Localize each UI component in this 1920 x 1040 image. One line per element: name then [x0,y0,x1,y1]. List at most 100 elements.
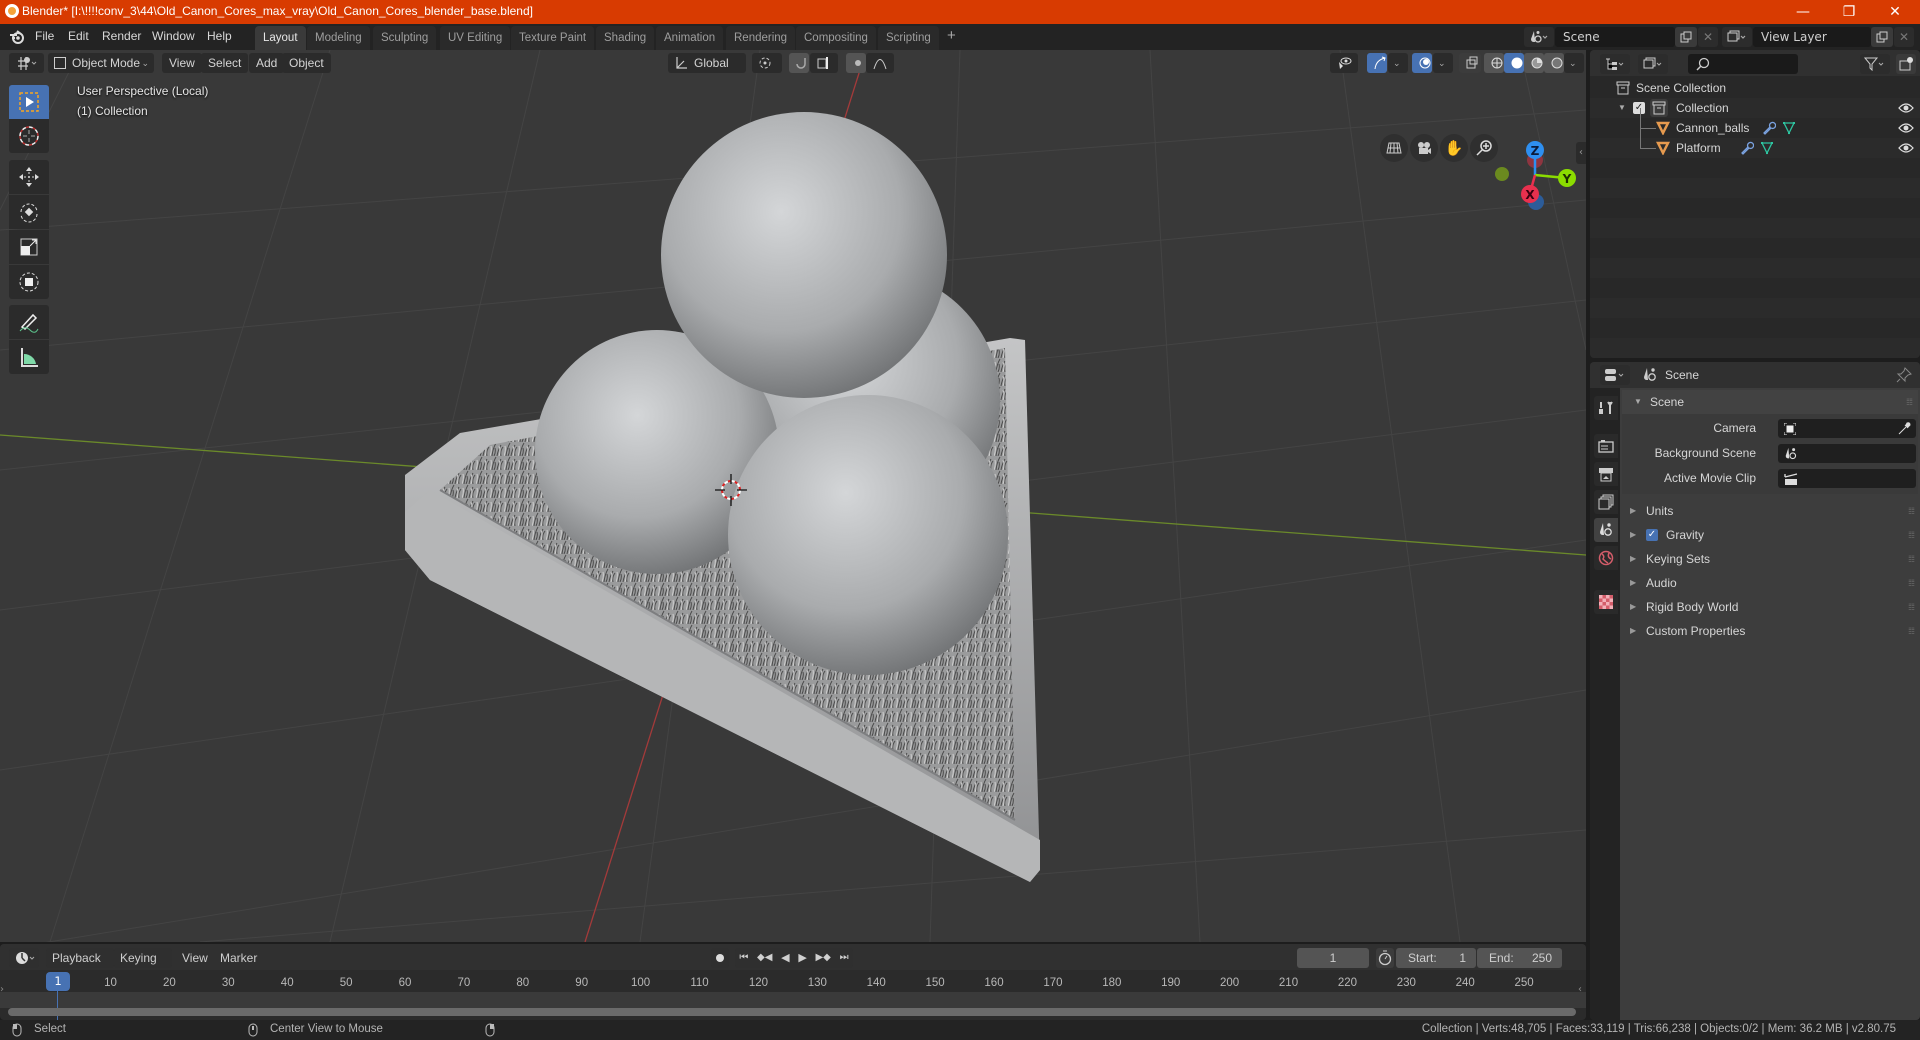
shading-wireframe-button[interactable] [1484,53,1504,73]
tool-select-box[interactable] [9,85,49,119]
tab-output[interactable] [1594,462,1618,486]
expand-arrow-icon[interactable]: ▼ [1618,98,1626,118]
toggle-camera-view-button[interactable] [1380,134,1408,162]
tab-view-layer[interactable] [1594,490,1618,514]
jump-start-button[interactable]: ⏮ [739,948,748,968]
menu-edit[interactable]: Edit [68,29,89,43]
maximize-button[interactable]: ❐ [1826,0,1872,24]
new-collection-button[interactable] [1896,54,1916,74]
panel-header-rigid-body-world[interactable]: ▶ Rigid Body World ⁞⁞⁞⁞ [1616,595,1920,619]
editor-type-button[interactable] [9,53,44,73]
falloff-dropdown[interactable] [866,53,894,73]
tab-compositing[interactable]: Compositing [796,26,876,50]
tab-scene[interactable] [1594,518,1618,542]
panel-header-audio[interactable]: ▶ Audio ⁞⁞⁞⁞ [1616,571,1920,595]
display-mode-dropdown[interactable] [1638,54,1668,74]
drag-grip-icon[interactable]: ⁞⁞⁞⁞ [1908,499,1915,523]
preview-range-toggle[interactable] [1376,948,1394,968]
panel-header-custom-properties[interactable]: ▶ Custom Properties ⁞⁞⁞⁞ [1616,619,1920,643]
transform-orientation-dropdown[interactable]: Global [668,53,746,73]
timeline-editor-type-button[interactable] [9,948,39,968]
panel-header-gravity[interactable]: ▶ ✓ Gravity ⁞⁞⁞⁞ [1616,523,1920,547]
minimize-button[interactable]: — [1780,0,1826,24]
background-scene-field[interactable] [1778,444,1916,463]
start-frame-field[interactable]: Start: 1 [1396,948,1476,968]
playhead-frame-indicator[interactable]: 1 [46,972,70,991]
tab-render[interactable] [1594,434,1618,458]
outliner-row-scene-collection[interactable]: Scene Collection [1590,78,1920,98]
tool-rotate[interactable] [9,195,49,229]
snap-target-dropdown[interactable] [810,53,838,73]
blender-menu-icon[interactable] [9,29,25,45]
xray-toggle[interactable] [1459,53,1481,73]
menu-view[interactable]: View [162,53,202,73]
tab-rendering[interactable]: Rendering [726,26,796,50]
outliner-row-object[interactable]: Platform [1590,128,1920,158]
delete-viewlayer-button[interactable]: ✕ [1894,27,1914,47]
overlays-dropdown[interactable]: ⌄ [1433,53,1453,73]
tool-annotate[interactable] [9,305,49,339]
menu-window[interactable]: Window [152,29,195,43]
active-movie-clip-field[interactable] [1778,469,1916,488]
menu-select[interactable]: Select [201,53,249,73]
drag-grip-icon[interactable]: ⁞⁞⁞⁞ [1906,390,1913,414]
properties-editor-type-button[interactable] [1600,365,1630,385]
sidebar-toggle-arrow[interactable]: ‹ [1576,142,1586,164]
gizmo-toggle[interactable] [1367,53,1387,73]
play-button[interactable]: ▶ [798,948,806,968]
panel-header-units[interactable]: ▶ Units ⁞⁞⁞⁞ [1616,499,1920,523]
new-viewlayer-button[interactable] [1871,27,1893,47]
tab-world[interactable] [1594,546,1618,570]
delete-scene-button[interactable]: ✕ [1698,27,1718,47]
timeline-sidebar-toggle[interactable]: ‹ [1578,984,1586,1000]
menu-marker[interactable]: Marker [214,948,263,968]
tool-transform[interactable] [9,265,49,299]
navigation-gizmo[interactable]: Z Y X [1480,130,1586,240]
snap-toggle[interactable] [789,53,809,73]
keying-dropdown[interactable]: Keying ⌄ [114,948,172,985]
tool-scale[interactable] [9,230,49,264]
tab-sculpting[interactable]: Sculpting [373,26,437,50]
play-reverse-button[interactable]: ◀ [781,948,789,968]
timeline-scrollbar[interactable] [8,1008,1576,1016]
tab-shading[interactable]: Shading [596,26,655,50]
tab-animation[interactable]: Animation [656,26,724,50]
menu-help[interactable]: Help [207,29,232,43]
pivot-point-dropdown[interactable] [752,53,782,73]
visibility-selectability-dropdown[interactable] [1330,53,1358,73]
record-button[interactable] [711,948,729,968]
outliner-search-input[interactable] [1688,54,1798,74]
object-mode-dropdown[interactable]: Object Mode ⌄ [48,53,154,73]
prev-keyframe-button[interactable]: ◆◀ [757,948,772,968]
menu-file[interactable]: File [35,29,54,43]
tab-layout[interactable]: Layout [255,26,306,50]
camera-view-button[interactable] [1410,134,1438,162]
drag-grip-icon[interactable]: ⁞⁞⁞⁞ [1908,547,1915,571]
gizmo-dropdown[interactable]: ⌄ [1388,53,1408,73]
scene-name-field[interactable]: Scene [1555,27,1675,47]
tool-measure[interactable] [9,340,49,374]
close-button[interactable]: ✕ [1872,0,1918,24]
panel-header-keying-sets[interactable]: ▶ Keying Sets ⁞⁞⁞⁞ [1616,547,1920,571]
new-scene-button[interactable] [1675,27,1697,47]
playback-dropdown[interactable]: Playback ⌄ [46,948,114,985]
collection-checkbox[interactable]: ✓ [1633,102,1645,114]
menu-object[interactable]: Object [282,53,331,73]
shading-solid-button[interactable] [1504,53,1524,73]
current-frame-field[interactable]: 1 [1297,948,1369,968]
tab-texture[interactable] [1594,590,1618,614]
pin-icon[interactable] [1896,367,1912,383]
panel-header-scene[interactable]: ▼ Scene ⁞⁞⁞⁞ [1622,390,1918,414]
filter-dropdown[interactable] [1860,54,1890,74]
tab-tool[interactable] [1594,396,1618,420]
proportional-edit-toggle[interactable] [846,53,866,73]
end-frame-field[interactable]: End: 250 [1477,948,1562,968]
shading-dropdown[interactable]: ⌄ [1564,53,1584,73]
jump-end-button[interactable]: ⏭ [840,948,849,968]
menu-render[interactable]: Render [102,29,141,43]
3d-viewport[interactable]: Object Mode ⌄ View Select Add Object Glo… [0,50,1586,942]
camera-field[interactable] [1778,419,1916,438]
scene-browse-button[interactable] [1524,27,1554,47]
tab-texture-paint[interactable]: Texture Paint [511,26,595,50]
tab-scripting[interactable]: Scripting [878,26,939,50]
